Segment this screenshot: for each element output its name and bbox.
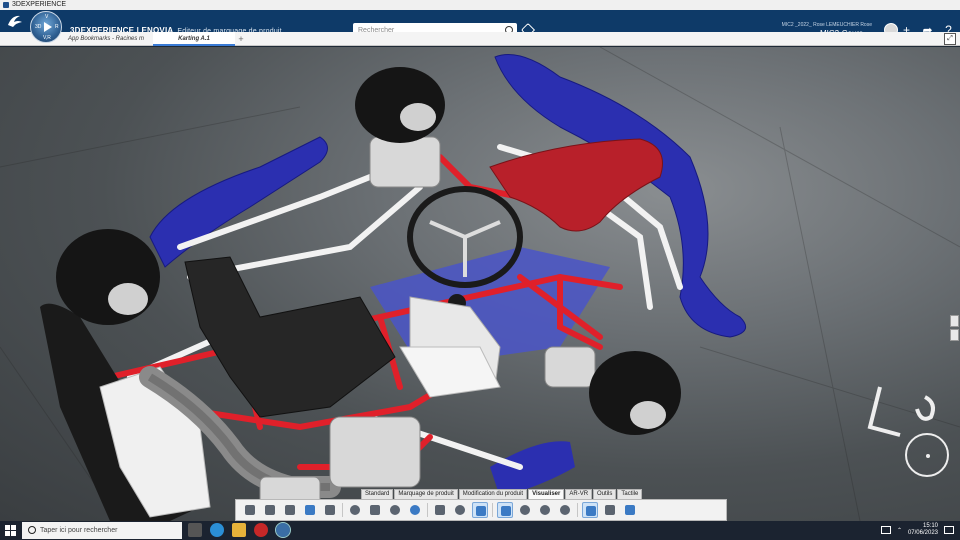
3dexperience-taskbar-icon[interactable] [275, 522, 291, 538]
windows-start-icon[interactable] [5, 525, 16, 536]
front-left-wheel [355, 67, 445, 143]
compass-label-v: V [45, 14, 49, 20]
keyboard-icon[interactable] [880, 526, 891, 534]
taskbar-search-input[interactable]: Taper ici pour rechercher [22, 522, 182, 539]
add-tab-icon[interactable]: + [236, 32, 246, 46]
side-panel-icon-2[interactable] [950, 329, 959, 341]
globe-icon[interactable] [517, 502, 533, 518]
action-bar [235, 499, 727, 521]
undo-icon[interactable] [302, 502, 318, 518]
zoom-icon[interactable] [347, 502, 363, 518]
side-panel-icon[interactable] [950, 315, 959, 327]
material-icon[interactable] [497, 502, 513, 518]
kart-model-render[interactable] [0, 47, 960, 521]
file-explorer-icon[interactable] [232, 523, 246, 537]
action-tab-standard[interactable]: Standard [361, 489, 394, 499]
toolbar-separator [342, 503, 343, 517]
driver-seat [184, 256, 396, 418]
action-bar-tabs: Standard Marquage de produit Modificatio… [361, 489, 643, 499]
action-tab-outils[interactable]: Outils [593, 489, 617, 499]
cube-icon[interactable] [472, 502, 488, 518]
system-tray: ⌃ 15:10 07/06/2023 [880, 523, 954, 537]
navigation-compass-icon[interactable] [905, 433, 949, 477]
action-tab-marquage[interactable]: Marquage de produit [394, 489, 458, 499]
tab-karting[interactable]: Karting A.1 [153, 32, 235, 46]
taskbar-apps [188, 522, 291, 538]
view-icon[interactable] [452, 502, 468, 518]
app-logo-icon [3, 2, 9, 8]
clock[interactable]: 15:10 07/06/2023 [908, 523, 938, 537]
paste-icon[interactable] [282, 502, 298, 518]
toolbar-separator [492, 503, 493, 517]
task-view-icon[interactable] [188, 523, 202, 537]
floor-marking-2 [915, 395, 935, 421]
action-tab-visualiser[interactable]: Visualiser [528, 489, 565, 499]
search-icon[interactable] [407, 502, 423, 518]
tab-bar: App Bookmarks - Racines m Karting A.1 + [0, 32, 960, 46]
taskbar-search-placeholder: Taper ici pour rechercher [40, 527, 118, 534]
expand-icon[interactable]: ⤢ [944, 33, 956, 45]
action-tab-modification[interactable]: Modification du produit [458, 489, 528, 499]
window-title-text: 3DEXPERIENCE [12, 1, 67, 8]
app-icon-red[interactable] [254, 523, 268, 537]
capture-icon[interactable] [432, 502, 448, 518]
select-icon[interactable] [582, 502, 598, 518]
front-right-wheel [589, 351, 681, 435]
toolbar-separator [577, 503, 578, 517]
compass-label-3d: 3D [35, 24, 42, 30]
tab-app-bookmarks[interactable]: App Bookmarks - Racines m [62, 32, 150, 46]
edge-icon[interactable] [210, 523, 224, 537]
compass-widget[interactable]: V 3D R V,R [30, 11, 62, 43]
copy-icon[interactable] [262, 502, 278, 518]
3d-viewport[interactable] [0, 47, 960, 521]
action-tab-ar-vr[interactable]: AR-VR [565, 489, 593, 499]
notification-icon[interactable] [944, 526, 954, 534]
settings-icon[interactable] [557, 502, 573, 518]
app-top-bar: 3DEXPERIENCE | ENOVIAEditeur de marquage… [0, 10, 960, 39]
tray-chevron-icon[interactable]: ⌃ [897, 527, 902, 534]
viewport-side-icons [950, 315, 960, 343]
render-icon[interactable] [537, 502, 553, 518]
action-tab-tactile[interactable]: Tactile [617, 489, 643, 499]
compass-label-vr: V,R [43, 35, 51, 41]
clock-date: 07/06/2023 [907, 530, 938, 536]
dassault-logo-icon[interactable] [6, 13, 24, 29]
tree-icon[interactable] [602, 502, 618, 518]
windows-taskbar: Taper ici pour rechercher ⌃ 15:10 07/06/… [0, 521, 960, 540]
user-name: MIC2 _2022_ Rose LEMEUCHIER Rose [781, 22, 872, 28]
clock-time: 15:10 [922, 523, 938, 529]
pan-icon[interactable] [367, 502, 383, 518]
box-icon[interactable] [622, 502, 638, 518]
toolbar-separator [427, 503, 428, 517]
play-icon [44, 22, 52, 32]
floor-marking [867, 386, 901, 437]
os-window-title: 3DEXPERIENCE [0, 0, 960, 10]
share-icon[interactable] [322, 502, 338, 518]
compass-label-r: R [55, 24, 59, 30]
cut-icon[interactable] [242, 502, 258, 518]
rear-left-wheel [56, 229, 160, 325]
rotate-icon[interactable] [387, 502, 403, 518]
